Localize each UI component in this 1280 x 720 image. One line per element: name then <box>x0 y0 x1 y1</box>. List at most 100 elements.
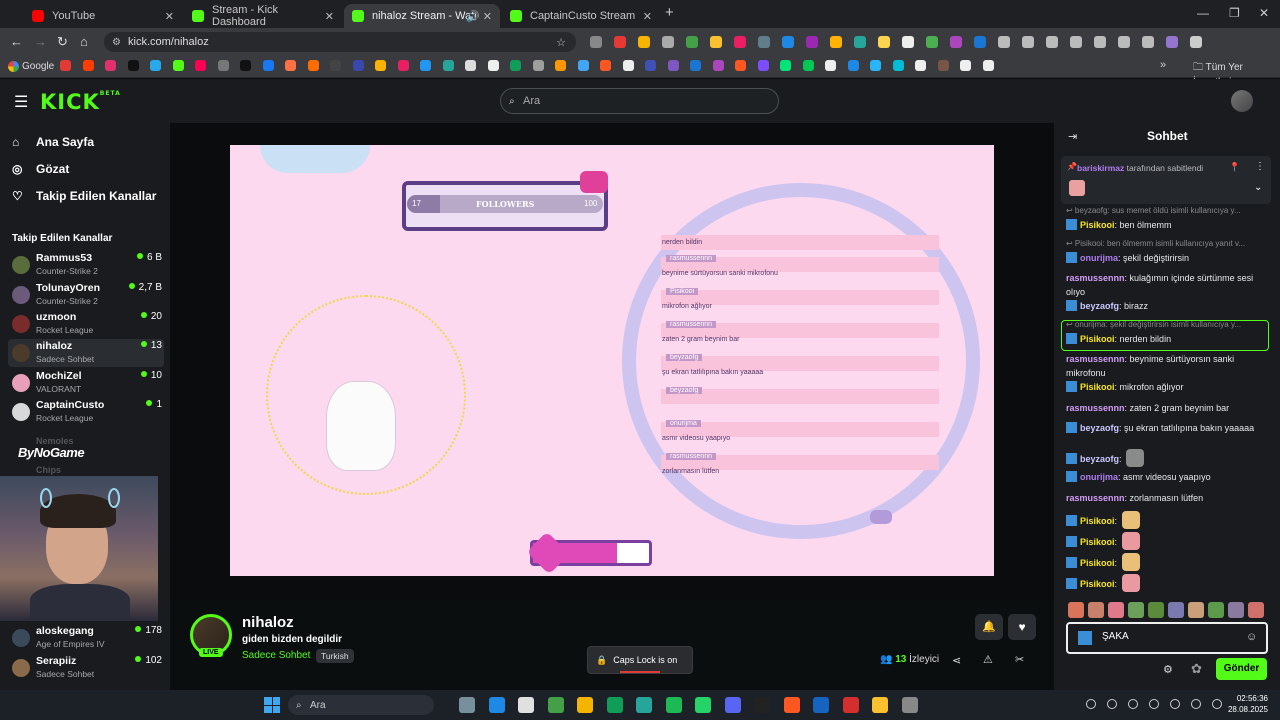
bookmark-icon[interactable] <box>825 60 836 71</box>
reply-preview[interactable]: ↩ Pisikooi: ben ölmemm isimli kullanıcıy… <box>1066 239 1266 248</box>
bookmark-icon[interactable] <box>915 60 926 71</box>
extension-icon[interactable] <box>998 36 1010 48</box>
clip-icon[interactable]: ✂ <box>1015 653 1024 666</box>
taskbar-app-icon[interactable] <box>754 697 770 713</box>
extension-icon[interactable] <box>926 36 938 48</box>
tray-icon[interactable] <box>1128 699 1138 709</box>
chat-username[interactable]: onurijma <box>1080 253 1118 263</box>
pinned-message[interactable]: 📌 bariskirmaz tarafından sabitlendi 📍 ⋮ … <box>1061 156 1271 204</box>
emote-image[interactable] <box>1208 602 1224 618</box>
taskbar-search[interactable]: ⌕ Ara <box>288 695 434 715</box>
address-bar[interactable]: ⚙ kick.com/nihaloz ☆ <box>104 32 576 52</box>
chat-username[interactable]: Pisikooi <box>1080 382 1115 392</box>
reply-preview[interactable]: ↩ beyzaofg: sus memet öldü isimli kullan… <box>1066 206 1266 215</box>
bookmark-google[interactable]: Google <box>22 61 54 72</box>
send-button[interactable]: Gönder <box>1216 658 1267 680</box>
search-input[interactable]: ⌕ Ara <box>500 88 779 114</box>
more-bookmarks-icon[interactable]: » <box>1160 59 1166 71</box>
bookmark-icon[interactable] <box>667 60 679 71</box>
extension-icon[interactable] <box>806 36 818 48</box>
bookmark-icon[interactable] <box>780 60 791 71</box>
reply-preview[interactable]: ↩ onurijma: şekil değiştirirsin isimli k… <box>1066 320 1266 329</box>
audio-icon[interactable]: 🔊 <box>466 10 480 23</box>
taskbar-app-icon[interactable] <box>547 697 564 713</box>
taskbar-app-icon[interactable] <box>606 697 623 713</box>
clock[interactable]: 02:56:36 28.08.2025 <box>1220 693 1268 715</box>
forward-icon[interactable]: → <box>34 34 47 49</box>
chat-username[interactable]: rasmussennn <box>1066 403 1125 413</box>
extension-icon[interactable] <box>662 36 674 48</box>
close-icon[interactable]: ✕ <box>165 10 174 23</box>
extension-icon[interactable] <box>1070 36 1082 48</box>
extension-icon[interactable] <box>974 36 986 48</box>
bookmark-icon[interactable] <box>532 60 544 71</box>
extension-icon[interactable] <box>590 36 602 48</box>
taskbar-app-icon[interactable] <box>813 697 829 713</box>
emote-image[interactable] <box>1128 602 1144 618</box>
tab-youtube[interactable]: YouTube ✕ <box>24 4 182 28</box>
extension-icon[interactable] <box>758 36 770 48</box>
bookmark-icon[interactable] <box>690 60 701 71</box>
chat-username[interactable]: Pisikooi <box>1080 334 1115 344</box>
windows-start-icon[interactable] <box>264 697 280 713</box>
bookmark-icon[interactable] <box>847 60 859 71</box>
channel-item[interactable]: CaptainCusto Rocket League 1 <box>12 399 162 427</box>
offline-channel[interactable]: Chips <box>36 465 61 475</box>
taskbar-app-icon[interactable] <box>488 697 505 713</box>
channel-item[interactable]: nihaloz Sadece Sohbet 13 <box>12 340 162 368</box>
nav-browse[interactable]: ◎ Gözat <box>12 162 69 176</box>
close-window-icon[interactable]: ✕ <box>1259 6 1269 20</box>
stream-category[interactable]: Sadece Sohbet <box>242 650 310 661</box>
tray-icon[interactable] <box>1170 699 1180 709</box>
extension-icon[interactable] <box>830 36 842 48</box>
chat-username[interactable]: Pisikooi <box>1080 220 1115 230</box>
channel-item[interactable]: Rammus53 Counter-Strike 2 6 B <box>12 252 162 280</box>
chat-username[interactable]: beyzaofg <box>1080 301 1119 311</box>
tab-kick-dashboard[interactable]: Stream - Kick Dashboard ✕ <box>184 4 342 28</box>
bookmark-icon[interactable] <box>870 60 881 71</box>
emote-image[interactable] <box>1108 602 1124 618</box>
extension-icon[interactable] <box>1166 36 1178 48</box>
close-icon[interactable]: ✕ <box>643 10 652 23</box>
avatar[interactable] <box>1231 90 1253 112</box>
taskbar-app-icon[interactable] <box>665 697 682 713</box>
channel-item[interactable]: uzmoon Rocket League 20 <box>12 311 162 339</box>
taskbar-app-icon[interactable] <box>636 697 652 713</box>
bookmark-icon[interactable] <box>757 60 769 71</box>
chat-username[interactable]: beyzaofg <box>1080 423 1119 433</box>
tray-icon[interactable] <box>1191 699 1201 709</box>
bookmark-icon[interactable] <box>217 60 229 71</box>
chat-username[interactable]: beyzaofg <box>1080 454 1119 464</box>
tray-icon[interactable] <box>1086 699 1096 709</box>
taskbar-app-icon[interactable] <box>901 697 918 713</box>
chat-username[interactable]: rasmussennn <box>1066 354 1125 364</box>
bookmark-icon[interactable] <box>960 60 971 71</box>
maximize-icon[interactable]: ❐ <box>1229 6 1240 20</box>
bookmark-icon[interactable] <box>127 60 139 71</box>
follow-heart-button[interactable]: ♥ <box>1008 614 1036 640</box>
share-icon[interactable]: ⋖ <box>952 654 961 667</box>
extension-icon[interactable] <box>686 36 698 48</box>
chat-username[interactable]: Pisikooi <box>1080 558 1115 568</box>
back-icon[interactable]: ← <box>10 34 23 49</box>
menu-icon[interactable]: ☰ <box>14 92 28 112</box>
extension-icon[interactable] <box>1118 36 1130 48</box>
taskbar-app-icon[interactable] <box>695 697 711 713</box>
extension-icon[interactable] <box>614 36 626 48</box>
reload-icon[interactable]: ↻ <box>57 34 68 50</box>
bookmark-icon[interactable] <box>240 60 251 71</box>
settings-gear-icon[interactable]: ⚙ <box>1163 663 1173 676</box>
bookmark-icon[interactable] <box>60 60 71 71</box>
pin-icon[interactable]: 📍 <box>1229 162 1240 173</box>
channel-item[interactable]: TolunayOren Counter-Strike 2 2,7 B <box>12 282 162 310</box>
taskbar-app-icon[interactable] <box>724 697 741 713</box>
emoji-icon[interactable]: ☺ <box>1246 631 1257 643</box>
bookmark-icon[interactable] <box>982 60 994 71</box>
taskbar-app-icon[interactable] <box>577 697 593 713</box>
bookmark-icon[interactable] <box>150 60 161 71</box>
extension-icon[interactable] <box>1190 36 1202 48</box>
chat-input[interactable]: ŞAKA ☺ <box>1066 622 1268 654</box>
bookmark-icon[interactable] <box>555 60 566 71</box>
bookmark-icon[interactable] <box>465 60 476 71</box>
extension-icon[interactable] <box>1022 36 1034 48</box>
